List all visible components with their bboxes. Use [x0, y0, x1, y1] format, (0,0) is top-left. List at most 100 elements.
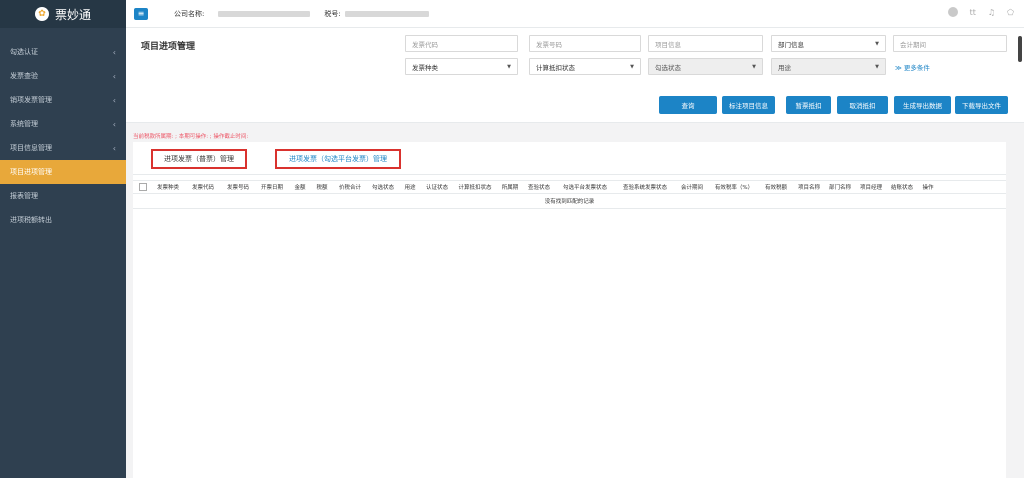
chevron-left-icon: ‹ — [112, 119, 116, 129]
tab-divider — [133, 174, 1006, 175]
query-button[interactable]: 查询 — [659, 96, 717, 114]
hamburger-icon: ≡ — [137, 9, 145, 18]
sidebar-item-label: 勾选认证 — [10, 48, 38, 56]
logo-icon: ✿ — [34, 7, 49, 21]
col-header[interactable]: 认证状态 — [421, 183, 453, 191]
caret-down-icon: ▼ — [875, 40, 879, 47]
col-header[interactable]: 有效税额 — [759, 183, 793, 191]
sidebar-item-label: 进项税额转出 — [10, 216, 52, 224]
empty-table-message: 没有找到匹配的记录 — [133, 194, 1006, 209]
sidebar-item-project-input[interactable]: 项目进项管理 — [0, 160, 126, 184]
department-value: 部门信息 — [778, 40, 804, 49]
caret-down-icon: ▼ — [875, 63, 879, 70]
col-header[interactable]: 价税合计 — [333, 183, 367, 191]
double-chevron-down-icon: ≫ — [895, 64, 902, 72]
caret-down-icon: ▼ — [752, 63, 756, 70]
usage-select[interactable]: 用途 ▼ — [771, 58, 886, 75]
usage-value: 用途 — [778, 63, 791, 72]
more-filters-link[interactable]: ≫ 更多条件 — [895, 62, 930, 72]
cancel-deduct-button[interactable]: 取消抵扣 — [837, 96, 888, 114]
check-status-select[interactable]: 勾选状态 ▼ — [648, 58, 763, 75]
col-header[interactable]: 查验状态 — [523, 183, 555, 191]
deduction-status-value: 计算抵扣状态 — [536, 63, 575, 72]
topbar-actions: tt ♫ ⬠ — [947, 7, 1014, 17]
sidebar-item-label: 项目进项管理 — [10, 168, 52, 176]
language-switch[interactable]: tt — [970, 8, 976, 17]
caret-down-icon: ▼ — [630, 63, 634, 70]
invoice-type-value: 发票种类 — [412, 63, 438, 72]
tab-platform-invoice[interactable]: 进项发票（勾选平台发票）管理 — [275, 149, 401, 169]
department-select[interactable]: 部门信息 ▼ — [771, 35, 886, 52]
col-header[interactable]: 金额 — [289, 183, 311, 191]
download-export-button[interactable]: 下载导出文件 — [955, 96, 1008, 114]
sidebar-item-invoice-verify[interactable]: 发票查验 ‹ — [0, 64, 126, 88]
tab-regular-invoice[interactable]: 进项发票（普票）管理 — [151, 149, 247, 169]
sidebar-item-system[interactable]: 系统管理 ‹ — [0, 112, 126, 136]
col-header[interactable]: 发票代码 — [185, 183, 221, 191]
chevron-left-icon: ‹ — [112, 95, 116, 105]
app-logo[interactable]: ✿ 票妙通 — [0, 0, 126, 28]
sidebar-nav: 勾选认证 ‹ 发票查验 ‹ 销项发票管理 ‹ 系统管理 ‹ 项目信息管理 ‹ 项… — [0, 40, 126, 232]
col-header[interactable]: 操作 — [917, 183, 939, 191]
menu-toggle-button[interactable]: ≡ — [134, 7, 148, 20]
chevron-left-icon: ‹ — [112, 143, 116, 153]
tax-period-info: 当前税款所属期: ; 本期可操作: ; 操作截止时间: — [133, 134, 249, 140]
pentagon-icon[interactable]: ⬠ — [1007, 8, 1014, 17]
col-header[interactable]: 发票号码 — [221, 183, 255, 191]
sidebar-item-label: 项目信息管理 — [10, 144, 52, 152]
select-all-checkbox[interactable] — [139, 183, 147, 191]
col-header[interactable]: 所属期 — [497, 183, 523, 191]
sidebar-item-label: 发票查验 — [10, 72, 38, 80]
accounting-period-placeholder: 会计期间 — [900, 40, 926, 49]
accounting-period-input[interactable]: 会计期间 — [893, 35, 1007, 52]
project-info-input[interactable]: 项目信息 — [648, 35, 763, 52]
col-header[interactable]: 税额 — [311, 183, 333, 191]
main-content: 项目进项管理 发票代码 发票号码 项目信息 部门信息 ▼ 会计期间 发票种类 ▼… — [126, 28, 1024, 478]
page-title: 项目进项管理 — [141, 42, 196, 52]
check-status-value: 勾选状态 — [655, 63, 681, 72]
deduct-button[interactable]: 暂票抵扣 — [786, 96, 831, 114]
col-header[interactable]: 开票日期 — [255, 183, 289, 191]
sidebar-item-label: 系统管理 — [10, 120, 38, 128]
col-header[interactable]: 用途 — [399, 183, 421, 191]
avatar[interactable] — [947, 7, 958, 17]
deduction-status-select[interactable]: 计算抵扣状态 ▼ — [529, 58, 641, 75]
col-header[interactable]: 勾选平台发票状态 — [555, 183, 615, 191]
col-header[interactable]: 部门名称 — [825, 183, 855, 191]
bell-icon[interactable]: ♫ — [988, 8, 995, 17]
col-header[interactable]: 项目经理 — [855, 183, 887, 191]
sidebar-item-label: 报表管理 — [10, 192, 38, 200]
sidebar-item-tax-transfer[interactable]: 进项税额转出 — [0, 208, 126, 232]
project-info-placeholder: 项目信息 — [655, 40, 681, 49]
invoice-type-select[interactable]: 发票种类 ▼ — [405, 58, 518, 75]
export-data-button[interactable]: 生成导出数据 — [894, 96, 951, 114]
sidebar-item-reports[interactable]: 报表管理 — [0, 184, 126, 208]
more-filters-label: 更多条件 — [903, 64, 930, 72]
col-header[interactable]: 发票种类 — [151, 183, 185, 191]
sidebar-item-sales-invoice[interactable]: 销项发票管理 ‹ — [0, 88, 126, 112]
col-header[interactable]: 有效税率（%） — [709, 183, 759, 191]
col-header[interactable]: 会计期间 — [675, 183, 709, 191]
tax-id-label: 税号: — [324, 9, 341, 18]
table-header: 发票种类 发票代码 发票号码 开票日期 金额 税额 价税合计 勾选状态 用途 认… — [133, 180, 1006, 194]
col-header[interactable]: 查验系统发票状态 — [615, 183, 675, 191]
tax-id-redacted — [344, 10, 429, 17]
col-header[interactable]: 勾选状态 — [367, 183, 399, 191]
topbar: ≡ 公司名称: 税号: tt ♫ ⬠ — [126, 0, 1024, 28]
chevron-left-icon: ‹ — [112, 71, 116, 81]
col-header[interactable]: 项目名称 — [793, 183, 825, 191]
invoice-code-input[interactable]: 发票代码 — [405, 35, 518, 52]
sidebar-item-check-auth[interactable]: 勾选认证 ‹ — [0, 40, 126, 64]
mark-project-button[interactable]: 标注项目信息 — [722, 96, 775, 114]
scrollbar-thumb[interactable] — [1018, 36, 1022, 62]
col-header[interactable]: 计算抵扣状态 — [453, 183, 497, 191]
invoice-number-input[interactable]: 发票号码 — [529, 35, 641, 52]
app-name: 票妙通 — [54, 7, 91, 22]
col-header[interactable]: 结账状态 — [887, 183, 917, 191]
sidebar-item-label: 销项发票管理 — [10, 96, 52, 104]
table-panel: 进项发票（普票）管理 进项发票（勾选平台发票）管理 发票种类 发票代码 发票号码… — [133, 142, 1006, 478]
sidebar-item-project-info[interactable]: 项目信息管理 ‹ — [0, 136, 126, 160]
chevron-left-icon: ‹ — [112, 47, 116, 57]
company-label: 公司名称: — [174, 9, 205, 18]
invoice-code-placeholder: 发票代码 — [412, 40, 438, 49]
